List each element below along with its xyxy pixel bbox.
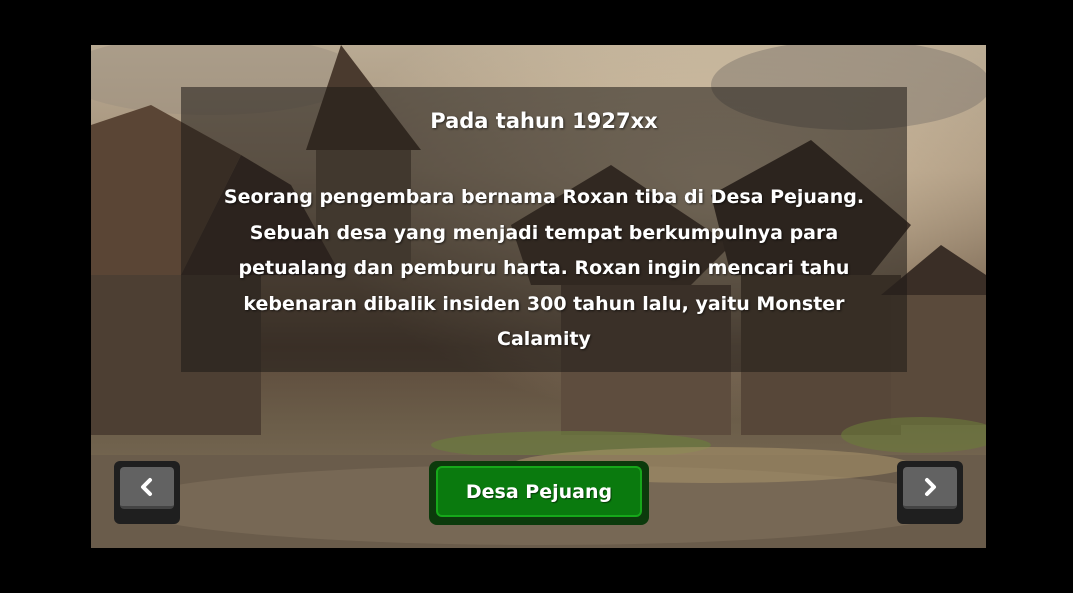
location-button[interactable]: Desa Pejuang: [429, 461, 649, 525]
story-line: kebenaran dibalik insiden 300 tahun lalu…: [243, 292, 845, 315]
story-text: Seorang pengembara bernama Roxan tiba di…: [221, 180, 867, 358]
previous-button[interactable]: [114, 461, 180, 524]
story-title: Pada tahun 1927xx: [430, 109, 658, 133]
game-frame: Pada tahun 1927xx Seorang pengembara ber…: [0, 0, 1073, 593]
chevron-right-icon: [925, 477, 936, 496]
next-button-face[interactable]: [903, 467, 957, 509]
story-line: Sebuah desa yang menjadi tempat berkumpu…: [249, 221, 839, 244]
story-line: petualang dan pemburu harta. Roxan ingin…: [238, 257, 850, 279]
chevron-left-icon: [141, 477, 152, 496]
story-line: Calamity: [497, 328, 591, 350]
previous-button-face[interactable]: [120, 467, 174, 509]
story-dialog-panel: Pada tahun 1927xx Seorang pengembara ber…: [181, 87, 907, 372]
next-button[interactable]: [897, 461, 963, 524]
location-button-label[interactable]: Desa Pejuang: [436, 466, 642, 517]
story-line: Seorang pengembara bernama Roxan tiba di…: [223, 186, 865, 208]
